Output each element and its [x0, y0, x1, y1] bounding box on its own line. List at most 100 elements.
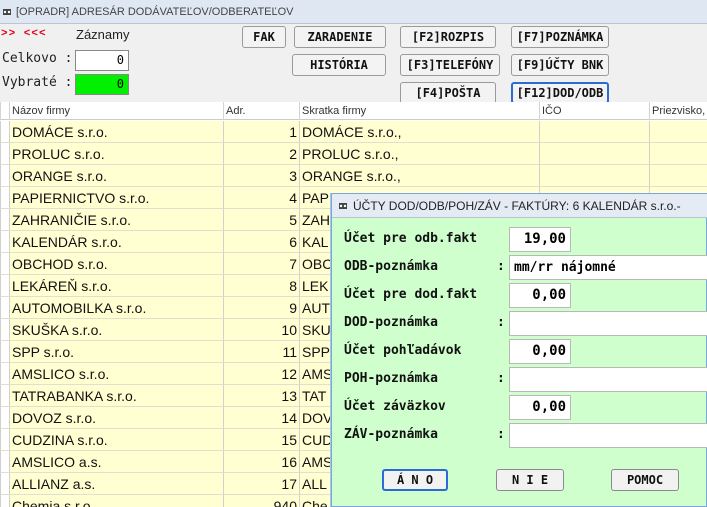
row-indicator[interactable] — [0, 363, 9, 385]
f9-ucty-bnk-button[interactable]: [F9]ÚČTY BNK — [511, 54, 609, 76]
cell-company-name[interactable]: PAPIERNICTVO s.r.o. — [9, 187, 223, 209]
help-button[interactable]: POMOC — [611, 469, 679, 491]
col-header-surname[interactable]: Priezvisko, — [649, 102, 707, 120]
row-indicator[interactable] — [0, 187, 9, 209]
cell-company-name[interactable]: AMSLICO a.s. — [9, 451, 223, 473]
zaradenie-button[interactable]: ZARADENIE — [294, 26, 386, 48]
note-input[interactable]: mm/rr nájomné — [509, 255, 707, 280]
cell-company-name[interactable]: DOVOZ s.r.o. — [9, 407, 223, 429]
cell-company-name[interactable]: AMSLICO s.r.o. — [9, 363, 223, 385]
field-colon: : — [497, 427, 505, 442]
cell-address-number[interactable]: 13 — [223, 385, 299, 407]
cell-company-name[interactable]: ZAHRANIČIE s.r.o. — [9, 209, 223, 231]
cell-address-number[interactable]: 6 — [223, 231, 299, 253]
account-input[interactable]: 0,00 — [509, 283, 571, 308]
col-header-name[interactable]: Názov firmy — [9, 102, 223, 120]
selected-count: 0 — [75, 74, 129, 95]
cell-address-number[interactable]: 10 — [223, 319, 299, 341]
col-header-adr[interactable]: Adr. — [223, 102, 299, 120]
cell-address-number[interactable]: 2 — [223, 143, 299, 165]
cell-company-name[interactable]: Chemia s.r.o. — [9, 495, 223, 507]
cell-address-number[interactable]: 1 — [223, 121, 299, 143]
app-window: [OPRADR] ADRESÁR DODÁVATEĽOV/ODBERATEĽOV… — [0, 0, 707, 507]
cell-company-name[interactable]: SPP s.r.o. — [9, 341, 223, 363]
selected-label: Vybraté : — [2, 75, 73, 90]
table-row[interactable]: DOMÁCE s.r.o. 1 DOMÁCE s.r.o., — [0, 121, 707, 143]
cell-address-number[interactable]: 9 — [223, 297, 299, 319]
row-indicator[interactable] — [0, 165, 9, 187]
row-indicator[interactable] — [0, 275, 9, 297]
row-indicator[interactable] — [0, 231, 9, 253]
cell-ico[interactable] — [539, 165, 649, 187]
cell-short-name[interactable]: DOMÁCE s.r.o., — [299, 121, 539, 143]
row-indicator[interactable] — [0, 341, 9, 363]
row-indicator-header — [0, 102, 9, 120]
row-indicator[interactable] — [0, 297, 9, 319]
cell-company-name[interactable]: LEKÁREŇ s.r.o. — [9, 275, 223, 297]
account-input[interactable]: 0,00 — [509, 395, 571, 420]
yes-button[interactable]: Á N O — [382, 469, 448, 491]
cell-address-number[interactable]: 15 — [223, 429, 299, 451]
cell-company-name[interactable]: KALENDÁR s.r.o. — [9, 231, 223, 253]
note-input[interactable] — [509, 367, 707, 392]
table-row[interactable]: ORANGE s.r.o. 3 ORANGE s.r.o., — [0, 165, 707, 187]
total-label: Celkovo : — [2, 51, 73, 66]
f12-dod-odb-button[interactable]: [F12]DOD/ODB — [511, 82, 609, 104]
cell-address-number[interactable]: 14 — [223, 407, 299, 429]
cell-company-name[interactable]: SKUŠKA s.r.o. — [9, 319, 223, 341]
no-button[interactable]: N I E — [496, 469, 564, 491]
col-header-short[interactable]: Skratka firmy — [299, 102, 539, 120]
note-input[interactable] — [509, 423, 707, 448]
f2-rozpis-button[interactable]: [F2]ROZPIS — [400, 26, 496, 48]
f4-posta-button[interactable]: [F4]POŠTA — [400, 82, 496, 104]
cell-company-name[interactable]: DOMÁCE s.r.o. — [9, 121, 223, 143]
row-indicator[interactable] — [0, 495, 9, 507]
historia-button[interactable]: HISTÓRIA — [292, 54, 386, 76]
cell-company-name[interactable]: AUTOMOBILKA s.r.o. — [9, 297, 223, 319]
row-indicator[interactable] — [0, 451, 9, 473]
row-indicator[interactable] — [0, 407, 9, 429]
cell-short-name[interactable]: PROLUC s.r.o., — [299, 143, 539, 165]
cell-address-number[interactable]: 5 — [223, 209, 299, 231]
cell-address-number[interactable]: 16 — [223, 451, 299, 473]
col-header-ico[interactable]: IČO — [539, 102, 649, 120]
cell-surname[interactable] — [649, 165, 707, 187]
cell-company-name[interactable]: CUDZINA s.r.o. — [9, 429, 223, 451]
cell-address-number[interactable]: 8 — [223, 275, 299, 297]
cell-address-number[interactable]: 940 — [223, 495, 299, 507]
fak-button[interactable]: FAK — [242, 26, 286, 48]
cell-address-number[interactable]: 7 — [223, 253, 299, 275]
window-titlebar: [OPRADR] ADRESÁR DODÁVATEĽOV/ODBERATEĽOV — [0, 0, 707, 24]
cell-short-name[interactable]: ORANGE s.r.o., — [299, 165, 539, 187]
cell-address-number[interactable]: 4 — [223, 187, 299, 209]
cell-address-number[interactable]: 17 — [223, 473, 299, 495]
row-indicator[interactable] — [0, 429, 9, 451]
account-input[interactable]: 0,00 — [509, 339, 571, 364]
cell-surname[interactable] — [649, 143, 707, 165]
cell-surname[interactable] — [649, 121, 707, 143]
f7-poznamka-button[interactable]: [F7]POZNÁMKA — [511, 26, 609, 48]
row-indicator[interactable] — [0, 473, 9, 495]
cell-company-name[interactable]: ALLIANZ a.s. — [9, 473, 223, 495]
row-indicator[interactable] — [0, 143, 9, 165]
cell-company-name[interactable]: OBCHOD s.r.o. — [9, 253, 223, 275]
cell-ico[interactable] — [539, 143, 649, 165]
cell-company-name[interactable]: ORANGE s.r.o. — [9, 165, 223, 187]
nav-arrows[interactable]: >> <<< — [1, 28, 47, 40]
row-indicator[interactable] — [0, 385, 9, 407]
note-input[interactable] — [509, 311, 707, 336]
row-indicator[interactable] — [0, 121, 9, 143]
cell-address-number[interactable]: 12 — [223, 363, 299, 385]
f3-telefony-button[interactable]: [F3]TELEFÓNY — [400, 54, 500, 76]
table-row[interactable]: PROLUC s.r.o. 2 PROLUC s.r.o., — [0, 143, 707, 165]
account-input[interactable]: 19,00 — [509, 227, 571, 252]
row-indicator[interactable] — [0, 319, 9, 341]
row-indicator[interactable] — [0, 209, 9, 231]
cell-company-name[interactable]: PROLUC s.r.o. — [9, 143, 223, 165]
cell-company-name[interactable]: TATRABANKA s.r.o. — [9, 385, 223, 407]
cell-address-number[interactable]: 3 — [223, 165, 299, 187]
cell-address-number[interactable]: 11 — [223, 341, 299, 363]
cell-ico[interactable] — [539, 121, 649, 143]
field-label: POH-poznámka — [344, 371, 438, 386]
row-indicator[interactable] — [0, 253, 9, 275]
